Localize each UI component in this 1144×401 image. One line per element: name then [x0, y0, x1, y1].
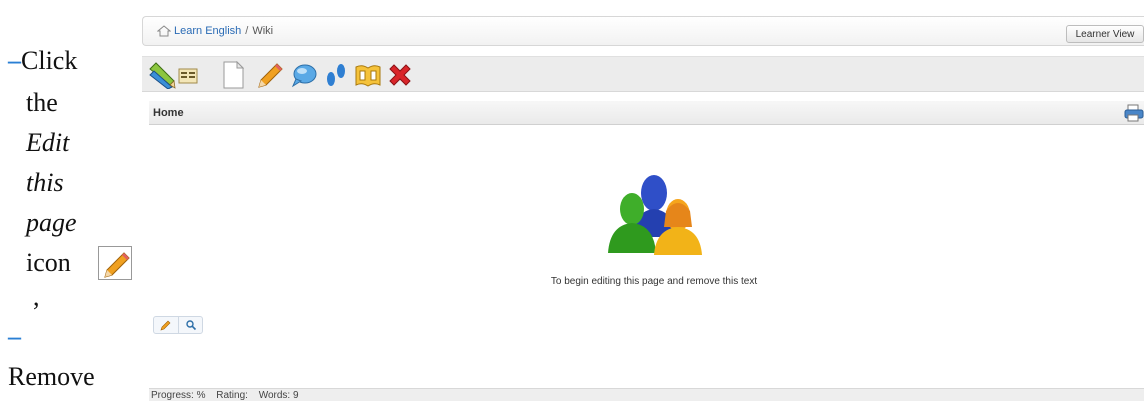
page-header: Home	[149, 101, 1144, 125]
breadcrumb-link-learn-english[interactable]: Learn English	[174, 25, 241, 37]
new-page-icon[interactable]	[222, 61, 244, 89]
instruction-word: icon	[26, 248, 71, 277]
instruction-word: page	[26, 208, 77, 237]
breadcrumb-current: Wiki	[252, 25, 274, 37]
mini-edit-button[interactable]	[154, 317, 178, 333]
users-icon	[608, 175, 702, 255]
bullet-dash: –	[8, 322, 21, 351]
wiki-app: Learn English / Wiki Learner View Home T…	[142, 0, 1144, 401]
breadcrumb-separator: /	[245, 25, 249, 37]
instruction-text: –Click the Edit this page icon , – Remov…	[0, 0, 142, 401]
comment-bubble-icon[interactable]	[290, 61, 318, 89]
mini-search-button[interactable]	[178, 317, 202, 333]
page-title: Home	[153, 107, 184, 119]
list-icon[interactable]	[178, 66, 198, 86]
pencil-icon	[160, 320, 171, 331]
instruction-word: Edit	[26, 128, 70, 157]
breadcrumb-bar: Learn English / Wiki Learner View	[142, 16, 1144, 46]
toolbar	[142, 56, 1144, 92]
instruction-punctuation: ,	[33, 282, 40, 311]
home-icon	[157, 25, 171, 37]
pencils-icon[interactable]	[148, 61, 176, 89]
learner-view-button[interactable]: Learner View	[1066, 25, 1144, 43]
word-count-status: Words: 9	[258, 390, 299, 401]
mini-toolbar	[153, 316, 203, 334]
instruction-word: Remove	[8, 362, 95, 391]
progress-status: Progress: %	[151, 390, 206, 401]
instruction-word: this	[26, 168, 64, 197]
breadcrumb: Learn English / Wiki	[157, 25, 273, 37]
book-icon[interactable]	[354, 61, 382, 89]
delete-icon[interactable]	[386, 61, 414, 89]
edit-pencil-icon[interactable]	[256, 61, 284, 89]
bullet-dash: –	[8, 46, 21, 75]
print-icon[interactable]	[1124, 104, 1144, 122]
rating-status: Rating:	[216, 390, 248, 401]
edit-pencil-icon	[98, 246, 132, 280]
instruction-word: Click	[21, 46, 78, 75]
begin-editing-text: To begin editing this page and remove th…	[550, 276, 758, 287]
instruction-word: the	[26, 88, 58, 117]
status-bar: Progress: % Rating: Words: 9	[149, 388, 1144, 401]
magnifier-icon	[185, 320, 196, 331]
footprints-icon[interactable]	[322, 61, 350, 89]
